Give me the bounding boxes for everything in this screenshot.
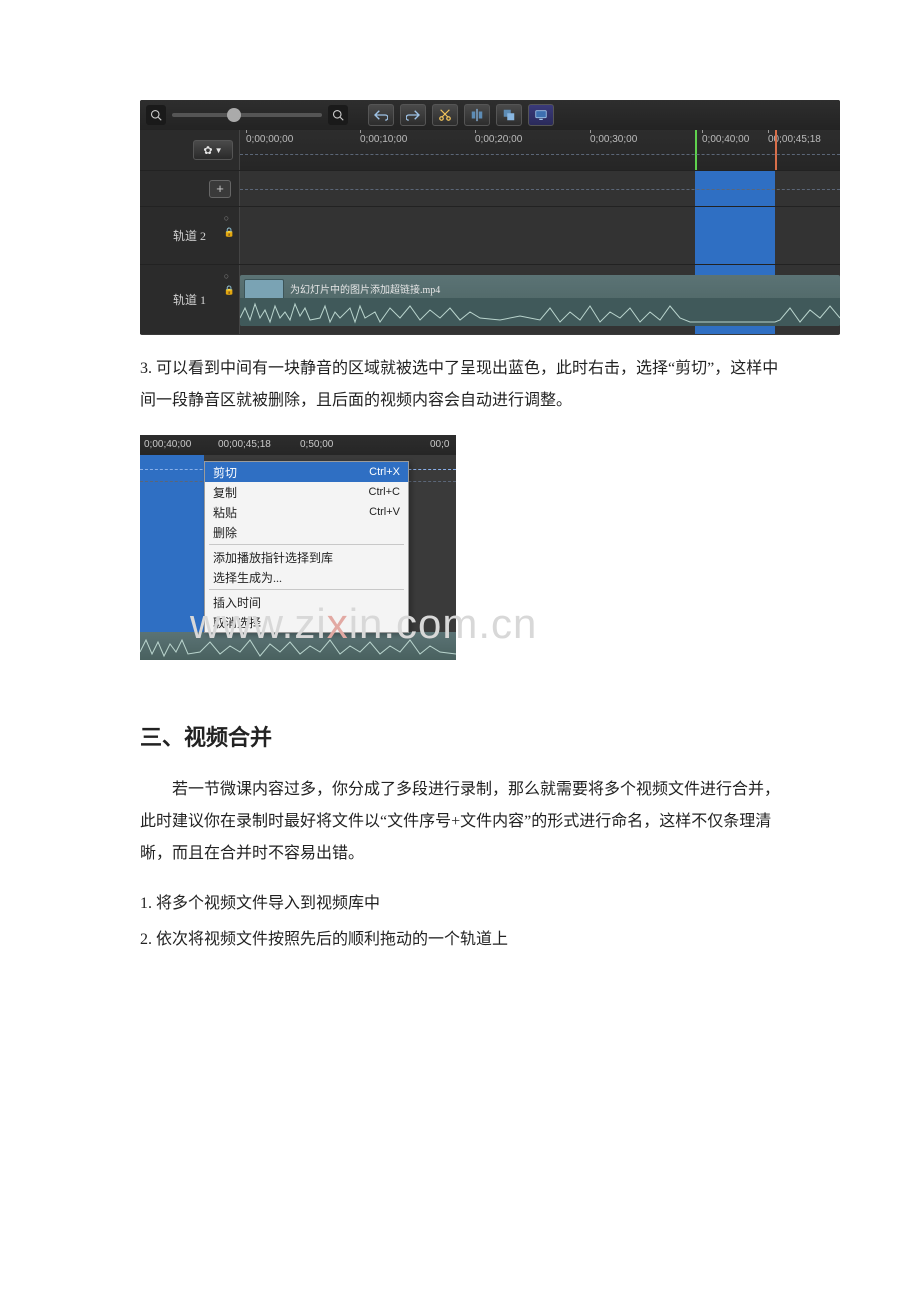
track-visible-icon[interactable]: ○ — [224, 271, 235, 281]
selection-highlight — [695, 207, 775, 264]
timeline-editor-screenshot: ✿ ▼ 0;00;00;00 0;00;10;00 0;00;20;00 0;0… — [140, 100, 840, 335]
playhead-out-marker[interactable] — [775, 130, 777, 170]
clip-filename: 为幻灯片中的图片添加超链接.mp4 — [290, 281, 440, 296]
chevron-down-icon: ▼ — [215, 146, 223, 155]
ruler-tick: 0;00;20;00 — [475, 134, 522, 145]
track-1-label: 轨道 1 — [173, 291, 206, 308]
redo-button[interactable] — [400, 104, 426, 126]
ruler-tick: 00;00;45;18 — [218, 439, 271, 450]
instruction-paragraph-3: 3. 可以看到中间有一块静音的区域就被选中了呈现出蓝色，此时右击，选择“剪切”，… — [140, 353, 780, 417]
list-item: 2. 依次将视频文件按照先后的顺利拖动的一个轨道上 — [140, 924, 780, 956]
add-track-button[interactable]: + — [209, 180, 231, 198]
selection-highlight — [140, 495, 204, 632]
menu-item-paste[interactable]: 粘贴 Ctrl+V — [205, 502, 408, 522]
timeline-ruler[interactable]: 0;00;00;00 0;00;10;00 0;00;20;00 0;00;30… — [240, 130, 840, 170]
list-item: 1. 将多个视频文件导入到视频库中 — [140, 888, 780, 920]
selection-highlight — [140, 455, 204, 495]
ruler-tick: 0;00;30;00 — [590, 134, 637, 145]
video-clip[interactable]: 为幻灯片中的图片添加超链接.mp4 — [240, 275, 840, 326]
ruler-tick: 0;50;00 — [300, 439, 333, 450]
track-1-lane[interactable]: 为幻灯片中的图片添加超链接.mp4 — [240, 265, 840, 334]
zoom-slider[interactable] — [172, 113, 322, 117]
split-tool-button[interactable] — [464, 104, 490, 126]
gear-icon: ✿ — [203, 144, 212, 157]
track-lock-icon[interactable]: 🔒 — [224, 227, 235, 238]
ruler-tick: 0;00;40;00 — [702, 134, 749, 145]
track-2-label: 轨道 2 — [173, 227, 206, 244]
track-visible-icon[interactable]: ○ — [224, 213, 235, 223]
cut-tool-button[interactable] — [432, 104, 458, 126]
ruler-tick: 0;00;00;00 — [246, 134, 293, 145]
audio-waveform — [240, 298, 840, 326]
context-menu: 剪切 Ctrl+X 复制 Ctrl+C 粘贴 Ctrl+V 删除 添加播放指针选… — [204, 461, 409, 633]
ruler-segment: 0;00;40;00 00;00;45;18 0;50;00 00;0 — [140, 435, 456, 455]
gear-dropdown[interactable]: ✿ ▼ — [193, 140, 233, 160]
section-paragraph: 若一节微课内容过多，你分成了多段进行录制，那么就需要将多个视频文件进行合并，此时… — [140, 774, 780, 870]
track-2-lane[interactable] — [240, 207, 840, 264]
menu-item-cut[interactable]: 剪切 Ctrl+X — [205, 462, 408, 482]
ruler-tick: 0;00;10;00 — [360, 134, 407, 145]
zoom-in-icon[interactable] — [328, 105, 348, 125]
playhead-in-marker[interactable] — [695, 130, 697, 170]
undo-button[interactable] — [368, 104, 394, 126]
menu-item-copy[interactable]: 复制 Ctrl+C — [205, 482, 408, 502]
screen-tool-button[interactable] — [528, 104, 554, 126]
menu-item-add-marker[interactable]: 添加播放指针选择到库 — [205, 547, 408, 567]
menu-item-insert-time[interactable]: 插入时间 — [205, 592, 408, 612]
section-heading: 三、视频合并 — [140, 720, 780, 752]
context-menu-screenshot: 0;00;40;00 00;00;45;18 0;50;00 00;0 剪切 C… — [140, 435, 456, 660]
track-lock-icon[interactable]: 🔒 — [224, 285, 235, 296]
ruler-tick: 00;0 — [430, 439, 449, 450]
zoom-out-icon[interactable] — [146, 105, 166, 125]
menu-item-cancel-selection[interactable]: 取消选择 — [205, 612, 408, 632]
audio-waveform — [140, 632, 456, 660]
editor-toolbar — [140, 100, 840, 130]
ruler-tick: 0;00;40;00 — [144, 439, 191, 450]
menu-item-generate-select[interactable]: 选择生成为... — [205, 567, 408, 587]
copy-tool-button[interactable] — [496, 104, 522, 126]
menu-item-delete[interactable]: 删除 — [205, 522, 408, 542]
